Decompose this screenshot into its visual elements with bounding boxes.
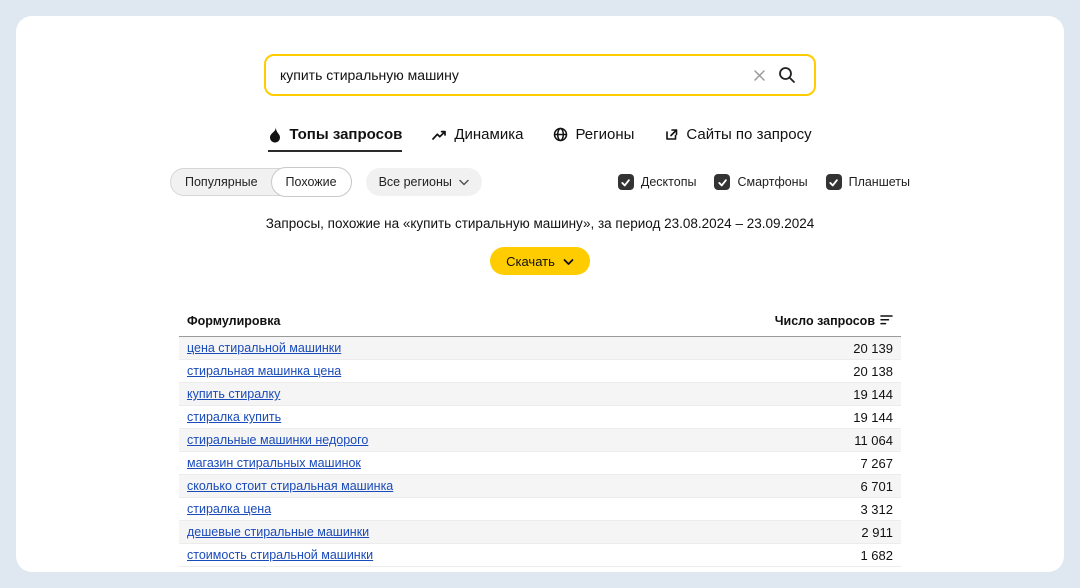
query-count: 11 064 xyxy=(854,432,893,448)
main-card: Топы запросов Динамика Регионы Сайты по … xyxy=(16,16,1064,572)
table-row: магазин стиральных машинок 7 267 xyxy=(179,452,901,475)
phrase-link[interactable]: дешевые стиральные машинки xyxy=(187,525,369,539)
column-phrase: Формулировка xyxy=(187,314,281,328)
checkbox-label: Десктопы xyxy=(640,175,697,189)
table-row: дешевые стиральные машинки 2 911 xyxy=(179,521,901,544)
trend-icon xyxy=(432,128,447,142)
phrase-link[interactable]: стиральные машинки недорого xyxy=(187,433,368,447)
checkbox-checked-icon xyxy=(617,174,634,190)
query-type-toggle: Популярные Похожие xyxy=(170,167,352,197)
checkbox-label: Планшеты xyxy=(848,175,910,189)
table-row: стиральная машинка цена 20 138 xyxy=(179,360,901,383)
region-dropdown-label: Все регионы xyxy=(378,175,452,189)
tab-label: Сайты по запросу xyxy=(686,126,812,143)
table-row: стиралка цена 3 312 xyxy=(179,498,901,521)
query-count: 20 138 xyxy=(853,363,893,379)
table-header: Формулировка Число запросов xyxy=(179,313,901,337)
checkbox-checked-icon xyxy=(825,174,842,190)
tab-label: Топы запросов xyxy=(289,126,403,143)
checkbox-label: Смартфоны xyxy=(737,175,808,189)
download-button[interactable]: Скачать xyxy=(490,247,590,275)
search-icon[interactable] xyxy=(772,66,802,84)
query-count: 6 701 xyxy=(860,478,893,494)
phrase-link[interactable]: стоимость стиральной машинки xyxy=(187,548,373,562)
tabs-bar: Топы запросов Динамика Регионы Сайты по … xyxy=(16,126,1064,152)
chevron-down-icon xyxy=(563,254,574,269)
phrase-link[interactable]: купить стиралку xyxy=(187,387,280,401)
query-count: 3 312 xyxy=(860,501,893,517)
tab-dynamics[interactable]: Динамика xyxy=(432,126,523,152)
filter-row: Популярные Похожие Все регионы Десктопы … xyxy=(170,167,910,197)
tab-top-queries[interactable]: Топы запросов xyxy=(268,126,403,152)
tab-sites[interactable]: Сайты по запросу xyxy=(664,126,812,152)
column-count: Число запросов xyxy=(774,314,875,328)
column-count-sort[interactable]: Число запросов xyxy=(775,313,893,329)
results-table: Формулировка Число запросов цена стираль… xyxy=(179,313,901,567)
segment-similar[interactable]: Похожие xyxy=(270,167,352,197)
checkbox-tablets[interactable]: Планшеты xyxy=(825,174,910,190)
page-background: Топы запросов Динамика Регионы Сайты по … xyxy=(0,0,1080,588)
query-count: 20 139 xyxy=(853,340,893,356)
table-row: стиралка купить 19 144 xyxy=(179,406,901,429)
globe-icon xyxy=(553,127,568,142)
tab-label: Динамика xyxy=(454,126,524,143)
phrase-link[interactable]: сколько стоит стиральная машинка xyxy=(187,479,393,493)
checkbox-desktops[interactable]: Десктопы xyxy=(617,174,697,190)
phrase-link[interactable]: стиралка цена xyxy=(187,502,271,516)
flame-icon xyxy=(268,126,282,143)
summary-text: Запросы, похожие на «купить стиральную м… xyxy=(265,216,815,231)
table-row: стоимость стиральной машинки 1 682 xyxy=(179,544,901,567)
search-row xyxy=(16,54,1064,96)
search-input[interactable] xyxy=(280,67,747,83)
query-count: 19 144 xyxy=(853,386,893,402)
phrase-link[interactable]: стиральная машинка цена xyxy=(187,364,341,378)
download-button-label: Скачать xyxy=(506,253,555,269)
phrase-link[interactable]: стиралка купить xyxy=(187,410,281,424)
query-count: 1 682 xyxy=(860,547,893,563)
region-dropdown[interactable]: Все регионы xyxy=(365,168,482,196)
search-box[interactable] xyxy=(264,54,816,96)
table-row: стиральные машинки недорого 11 064 xyxy=(179,429,901,452)
phrase-link[interactable]: магазин стиральных машинок xyxy=(187,456,361,470)
table-row: сколько стоит стиральная машинка 6 701 xyxy=(179,475,901,498)
external-link-icon xyxy=(664,127,679,142)
tab-label: Регионы xyxy=(575,126,635,143)
phrase-link[interactable]: цена стиральной машинки xyxy=(187,341,341,355)
sort-descending-icon xyxy=(880,313,893,329)
table-row: цена стиральной машинки 20 139 xyxy=(179,337,901,360)
tab-regions[interactable]: Регионы xyxy=(553,126,634,152)
query-count: 7 267 xyxy=(860,455,893,471)
query-count: 2 911 xyxy=(861,524,893,540)
checkbox-checked-icon xyxy=(714,174,731,190)
chevron-down-icon xyxy=(459,175,469,189)
checkbox-smartphones[interactable]: Смартфоны xyxy=(714,174,808,190)
clear-icon[interactable] xyxy=(747,69,772,82)
segment-popular[interactable]: Популярные xyxy=(171,168,272,196)
table-row: купить стиралку 19 144 xyxy=(179,383,901,406)
query-count: 19 144 xyxy=(853,409,893,425)
